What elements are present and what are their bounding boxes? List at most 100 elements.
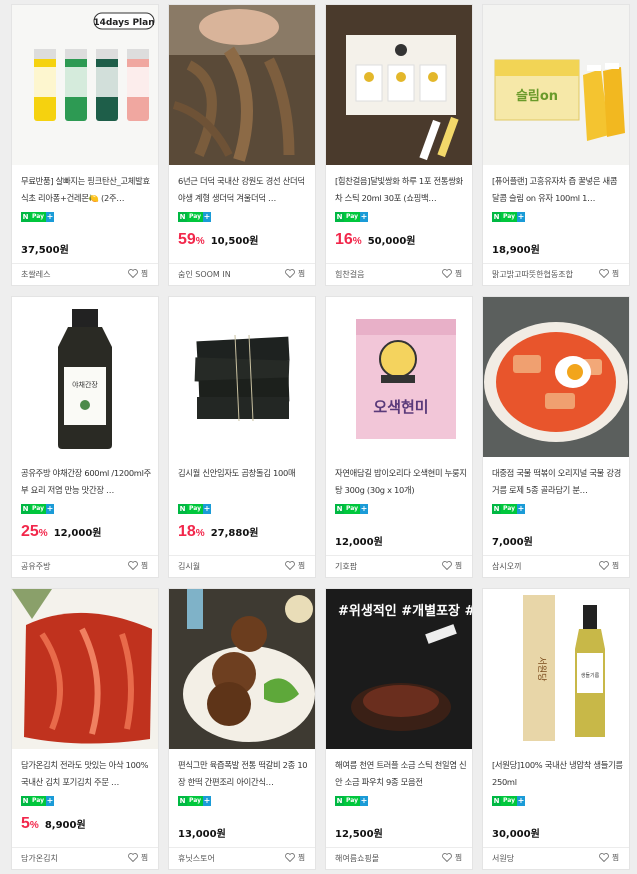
product-image[interactable] — [169, 589, 315, 749]
product-image[interactable] — [326, 5, 472, 165]
price-row: 5% 8,900원 — [21, 815, 86, 833]
product-image[interactable] — [483, 297, 629, 457]
product-card[interactable]: 대중점 국물 떡볶이 오리지널 국물 강경 거름 로제 5종 골라담기 분… N… — [482, 296, 630, 578]
product-image[interactable]: 슬림on — [483, 5, 629, 165]
heart-icon — [128, 561, 139, 570]
seller-name[interactable]: 힘찬걸음 — [335, 269, 364, 280]
seller-name[interactable]: 삼시오끼 — [492, 561, 521, 572]
product-card[interactable]: 편식그만 육즙폭발 전통 떡갈비 2종 10장 한떡 간편조리 아이간식… NP… — [168, 588, 316, 870]
heart-icon — [285, 269, 296, 278]
heart-icon — [128, 269, 139, 278]
price: 13,000원 — [178, 829, 226, 840]
product-card[interactable]: 14days Plan 무료반품] 살빠지는 핑크탄산_고체발효식초 리아퐁+건… — [11, 4, 159, 286]
heart-icon — [285, 853, 296, 862]
product-card[interactable]: 6년근 더덕 국내산 강원도 경선 산더덕 야생 계형 생더덕 겨울더덕 … N… — [168, 4, 316, 286]
divider — [326, 847, 472, 848]
product-title[interactable]: [힘찬걸음]달빛쌍화 하루 1포 전통쌍화차 스틱 20ml 30포 (쇼핑백… — [335, 173, 467, 207]
price: 18,900원 — [492, 245, 540, 256]
divider — [483, 555, 629, 556]
product-image[interactable] — [169, 5, 315, 165]
image-caption: 슬림on — [516, 89, 558, 104]
wishlist-button[interactable]: 찜 — [285, 852, 305, 863]
seller-name[interactable]: 공유주방 — [21, 561, 50, 572]
price-row: 25% 12,000원 — [21, 523, 102, 541]
product-title[interactable]: [퓨어플랜] 고흥유자차 즙 꿀넣은 새콤달콤 슬림 on 유자 100ml 1… — [492, 173, 624, 207]
product-card[interactable]: #위생적인 #개별포장 #10가지맛 해여름 천연 트러플 소금 스틱 천일염 … — [325, 588, 473, 870]
seller-name[interactable]: 초쌀레스 — [21, 269, 50, 280]
wishlist-button[interactable]: 찜 — [442, 852, 462, 863]
price-row: 30,000원 — [492, 825, 540, 840]
product-card[interactable]: 김시월 신안임자도 곱창돌김 100매 N Pay + 18% 27,880원 김시… — [168, 296, 316, 578]
product-card[interactable]: 야채간장 공유주방 야채간장 600ml /1200ml주부 요리 저염 만능 … — [11, 296, 159, 578]
price-row: 16% 50,000원 — [335, 231, 416, 249]
product-grid: 14days Plan 무료반품] 살빠지는 핑크탄산_고체발효식초 리아퐁+건… — [0, 0, 637, 874]
product-image[interactable]: 오색현미 — [326, 297, 472, 457]
price: 50,000원 — [367, 236, 416, 247]
divider — [169, 555, 315, 556]
heart-icon — [599, 853, 610, 862]
seller-name[interactable]: 숨인 SOOM IN — [178, 269, 231, 280]
naver-pay-badge: N Pay + — [21, 212, 55, 222]
seller-name[interactable]: 해여름쇼핑몰 — [335, 853, 379, 864]
naver-pay-badge: N Pay + — [21, 796, 55, 806]
divider — [169, 263, 315, 264]
product-image[interactable] — [169, 297, 315, 457]
product-title[interactable]: 대중점 국물 떡볶이 오리지널 국물 강경 거름 로제 5종 골라담기 분… — [492, 465, 624, 499]
price-row: 59% 10,500원 — [178, 231, 259, 249]
image-caption: 오색현미 — [373, 398, 428, 416]
product-image[interactable]: 서원당 생들기름 — [483, 589, 629, 749]
divider — [483, 847, 629, 848]
image-caption: 14days Plan — [93, 18, 154, 28]
product-title[interactable]: 6년근 더덕 국내산 강원도 경선 산더덕 야생 계형 생더덕 겨울더덕 … — [178, 173, 310, 207]
product-title[interactable]: 해여름 천연 트러플 소금 스틱 천일염 신안 소금 파우치 9종 모음전 — [335, 757, 467, 791]
image-caption: 야채간장 — [72, 380, 98, 389]
seller-name[interactable]: 맑고밝고따뜻한협동조합 — [492, 269, 573, 280]
seller-name[interactable]: 기호팜 — [335, 561, 357, 572]
svg-text:서원당: 서원당 — [536, 657, 547, 682]
product-image[interactable]: 야채간장 — [12, 297, 158, 457]
price: 12,000원 — [53, 528, 102, 539]
product-image[interactable]: #위생적인 #개별포장 #10가지맛 — [326, 589, 472, 749]
wishlist-button[interactable]: 찜 — [285, 268, 305, 279]
product-card[interactable]: 슬림on [퓨어플랜] 고흥유자차 즙 꿀넣은 새콤달콤 슬림 on 유자 10… — [482, 4, 630, 286]
naver-pay-badge: N Pay + — [178, 796, 212, 806]
naver-pay-badge: N Pay + — [492, 212, 526, 222]
product-image[interactable] — [12, 589, 158, 749]
seller-name[interactable]: 담가온김치 — [21, 853, 58, 864]
product-title[interactable]: 자연애담길 밥이오리다 오색현미 누룽지탕 300g (30g x 10개) — [335, 465, 467, 499]
divider — [326, 263, 472, 264]
wishlist-button[interactable]: 찜 — [128, 852, 148, 863]
discount-rate: 25% — [21, 523, 48, 540]
wishlist-button[interactable]: 찜 — [599, 268, 619, 279]
naver-pay-badge: N Pay + — [335, 212, 369, 222]
product-title[interactable]: 편식그만 육즙폭발 전통 떡갈비 2종 10장 한떡 간편조리 아이간식… — [178, 757, 310, 791]
price-row: 12,000원 — [335, 533, 383, 548]
price: 8,900원 — [44, 820, 86, 831]
product-title[interactable]: 김시월 신안임자도 곱창돌김 100매 — [178, 465, 310, 499]
wishlist-button[interactable]: 찜 — [442, 560, 462, 571]
product-title[interactable]: 공유주방 야채간장 600ml /1200ml주부 요리 저염 만능 맛간장 … — [21, 465, 153, 499]
divider — [326, 555, 472, 556]
product-card[interactable]: 오색현미 자연애담길 밥이오리다 오색현미 누룽지탕 300g (30g x 1… — [325, 296, 473, 578]
product-card[interactable]: 서원당 생들기름 [서원당]100% 국내산 냉압착 생들기름 250ml NP… — [482, 588, 630, 870]
wishlist-button[interactable]: 찜 — [599, 852, 619, 863]
price: 37,500원 — [21, 245, 69, 256]
heart-icon — [128, 853, 139, 862]
product-card[interactable]: [힘찬걸음]달빛쌍화 하루 1포 전통쌍화차 스틱 20ml 30포 (쇼핑백…… — [325, 4, 473, 286]
seller-name[interactable]: 김시월 — [178, 561, 200, 572]
wishlist-button[interactable]: 찜 — [599, 560, 619, 571]
seller-name[interactable]: 서원당 — [492, 853, 514, 864]
naver-pay-badge: N Pay + — [335, 796, 369, 806]
product-image[interactable]: 14days Plan — [12, 5, 158, 165]
wishlist-button[interactable]: 찜 — [128, 560, 148, 571]
product-title[interactable]: 담가온김치 전라도 맛있는 아삭 100% 국내산 김치 포기김치 주문 … — [21, 757, 153, 791]
wishlist-button[interactable]: 찜 — [285, 560, 305, 571]
seller-name[interactable]: 휴닛스토어 — [178, 853, 215, 864]
product-card[interactable]: 담가온김치 전라도 맛있는 아삭 100% 국내산 김치 포기김치 주문 … N… — [11, 588, 159, 870]
price: 10,500원 — [210, 236, 259, 247]
wishlist-button[interactable]: 찜 — [442, 268, 462, 279]
discount-rate: 59% — [178, 231, 205, 248]
product-title[interactable]: [서원당]100% 국내산 냉압착 생들기름 250ml — [492, 757, 624, 791]
product-title[interactable]: 무료반품] 살빠지는 핑크탄산_고체발효식초 리아퐁+건레몬🍋 (2주… — [21, 173, 153, 207]
wishlist-button[interactable]: 찜 — [128, 268, 148, 279]
